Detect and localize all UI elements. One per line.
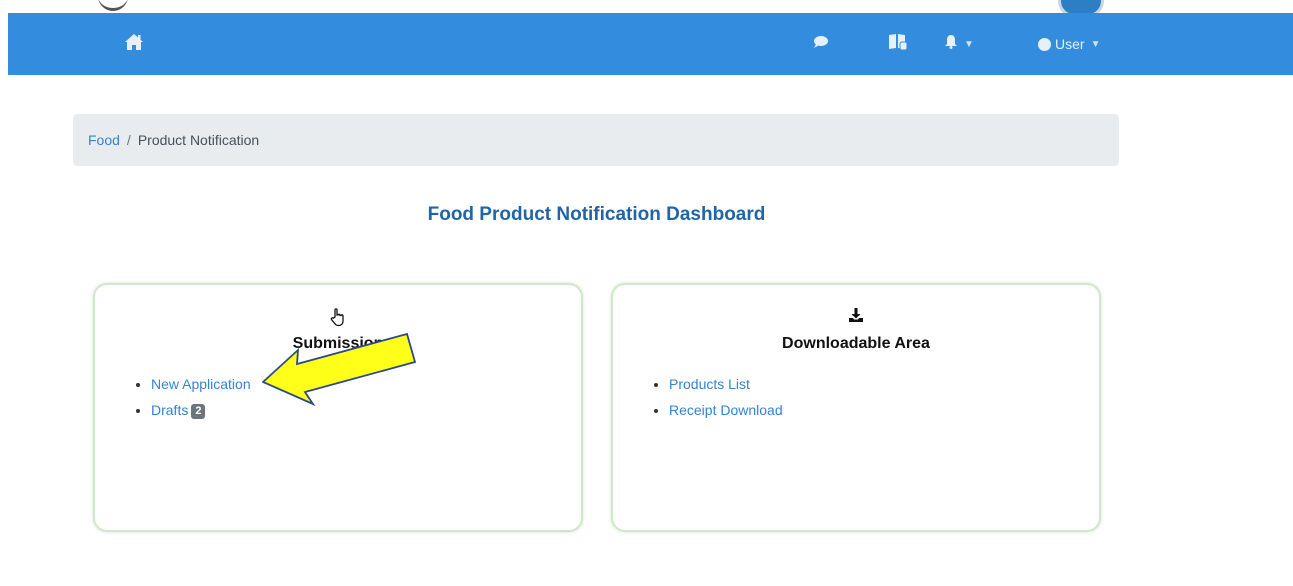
bell-icon <box>944 34 958 54</box>
breadcrumb: Food / Product Notification <box>73 114 1119 166</box>
downloadable-area-card: Downloadable Area Products List Receipt … <box>611 283 1101 532</box>
downloadable-area-title: Downloadable Area <box>782 335 930 352</box>
drafts-link[interactable]: Drafts <box>151 402 188 418</box>
chat-icon <box>813 35 829 54</box>
chat-link[interactable] <box>813 13 829 75</box>
home-link[interactable] <box>124 13 144 75</box>
hand-pointer-icon <box>95 307 581 329</box>
home-icon <box>124 33 144 56</box>
list-item: Receipt Download <box>669 397 783 423</box>
user-menu-dropdown[interactable]: User ▼ <box>1038 13 1100 75</box>
breadcrumb-separator: / <box>126 132 131 148</box>
chevron-down-icon: ▼ <box>964 38 974 50</box>
header-logo-strip <box>0 0 1293 17</box>
book-icon <box>888 33 908 56</box>
new-application-link[interactable]: New Application <box>151 376 251 392</box>
breadcrumb-current: Product Notification <box>137 132 260 148</box>
list-item: Drafts2 <box>151 397 251 423</box>
breadcrumb-food-link[interactable]: Food <box>88 132 120 148</box>
list-item: Products List <box>669 371 783 397</box>
user-label: User <box>1055 36 1085 52</box>
yellow-arrow-annotation <box>262 332 417 407</box>
download-icon <box>613 307 1099 329</box>
drafts-count-badge: 2 <box>191 404 206 419</box>
receipt-download-link[interactable]: Receipt Download <box>669 402 783 418</box>
notifications-dropdown[interactable]: ▼ <box>944 13 974 75</box>
chevron-down-icon: ▼ <box>1090 38 1101 50</box>
page-title: Food Product Notification Dashboard <box>427 204 766 225</box>
download-links-list: Products List Receipt Download <box>653 371 783 423</box>
products-list-link[interactable]: Products List <box>669 376 750 392</box>
top-navbar: ▼ User ▼ <box>8 13 1293 75</box>
left-logo <box>98 0 128 11</box>
user-circle-icon <box>1038 37 1051 51</box>
list-item: New Application <box>151 371 251 397</box>
submission-links-list: New Application Drafts2 <box>135 371 251 423</box>
book-link[interactable] <box>888 13 908 75</box>
